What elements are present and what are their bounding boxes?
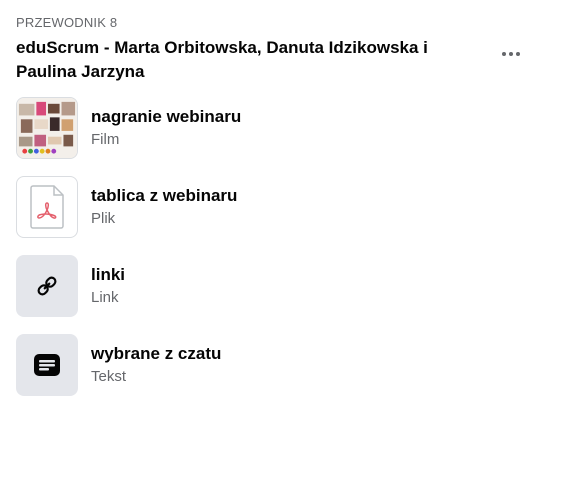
more-dot [516,52,520,56]
item-meta: tablica z webinaru Plik [91,185,237,229]
link-icon [16,255,78,317]
item-title: nagranie webinaru [91,107,242,126]
guide-label: PRZEWODNIK 8 [16,15,118,30]
video-thumbnail-image [17,98,77,158]
list-item-video[interactable]: nagranie webinaru Film [16,97,536,159]
text-note-glyph [34,354,60,376]
item-type: Tekst [91,368,127,385]
guide-items-list: nagranie webinaru Film tablica z webinar… [16,97,536,413]
more-dot [502,52,506,56]
link-glyph [37,276,57,296]
item-title: wybrane z czatu [91,344,222,363]
guide-header: PRZEWODNIK 8 eduScrum - Marta Orbitowska… [16,14,486,84]
item-type: Link [91,289,119,306]
pdf-document-icon [30,185,64,229]
text-note-icon [16,334,78,396]
video-thumbnail [16,97,78,159]
item-meta: nagranie webinaru Film [91,106,241,150]
list-item-link[interactable]: linki Link [16,255,536,317]
item-type: Plik [91,210,116,227]
item-type: Film [91,131,120,148]
guide-title: eduScrum - Marta Orbitowska, Danuta Idzi… [16,38,428,81]
list-item-text[interactable]: wybrane z czatu Tekst [16,334,536,396]
more-options-button[interactable] [496,42,526,66]
list-item-file[interactable]: tablica z webinaru Plik [16,176,536,238]
item-meta: wybrane z czatu Tekst [91,343,221,387]
more-dot [509,52,513,56]
item-title: linki [91,265,126,284]
pdf-file-icon [16,176,78,238]
item-meta: linki Link [91,264,125,308]
item-title: tablica z webinaru [91,186,238,205]
